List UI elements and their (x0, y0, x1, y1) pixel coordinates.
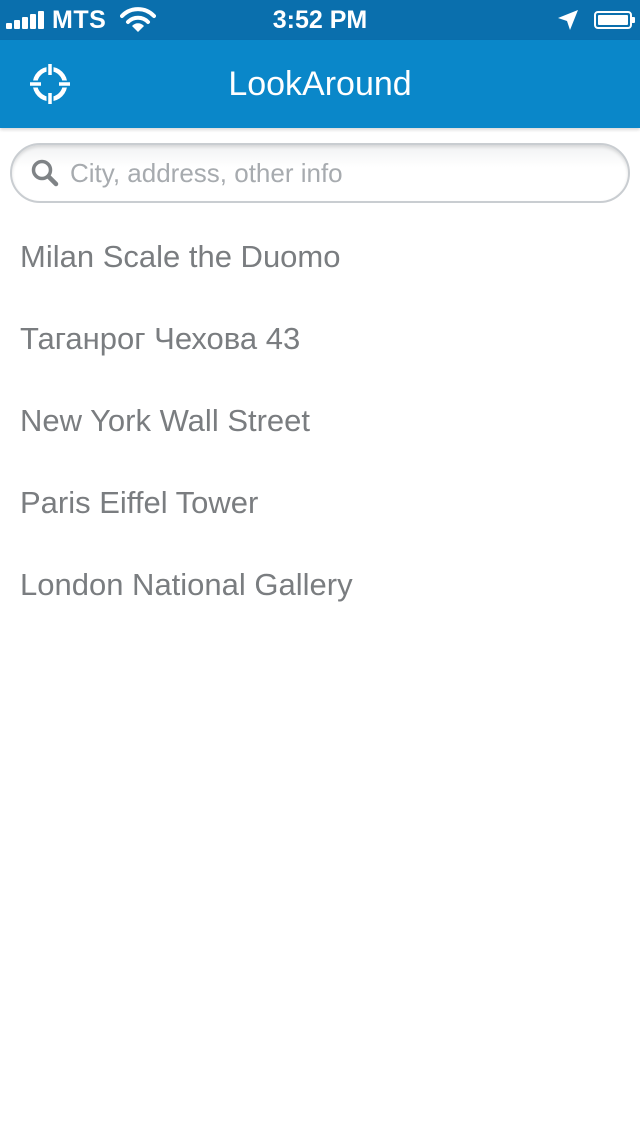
status-time: 3:52 PM (272, 6, 368, 34)
search-icon (31, 159, 59, 187)
list-item[interactable]: Таганрог Чехова 43 (0, 298, 640, 380)
battery-icon (594, 11, 635, 29)
app-screen: MTS 3:52 PM LookAround City, address, ot… (0, 0, 640, 1136)
battery-level (598, 15, 628, 25)
list-item[interactable]: Milan Scale the Duomo (0, 216, 640, 298)
nav-bar: LookAround (0, 40, 640, 128)
status-right (556, 0, 635, 40)
status-bar: MTS 3:52 PM (0, 0, 640, 40)
list-item[interactable]: New York Wall Street (0, 380, 640, 462)
location-arrow-icon (558, 10, 578, 30)
list-item[interactable]: Paris Eiffel Tower (0, 462, 640, 544)
search-input[interactable] (70, 153, 590, 193)
page-title: LookAround (228, 65, 412, 103)
places-list: Milan Scale the Duomo Таганрог Чехова 43… (0, 216, 640, 626)
list-item[interactable]: London National Gallery (0, 544, 640, 626)
search-bar[interactable] (10, 143, 630, 203)
